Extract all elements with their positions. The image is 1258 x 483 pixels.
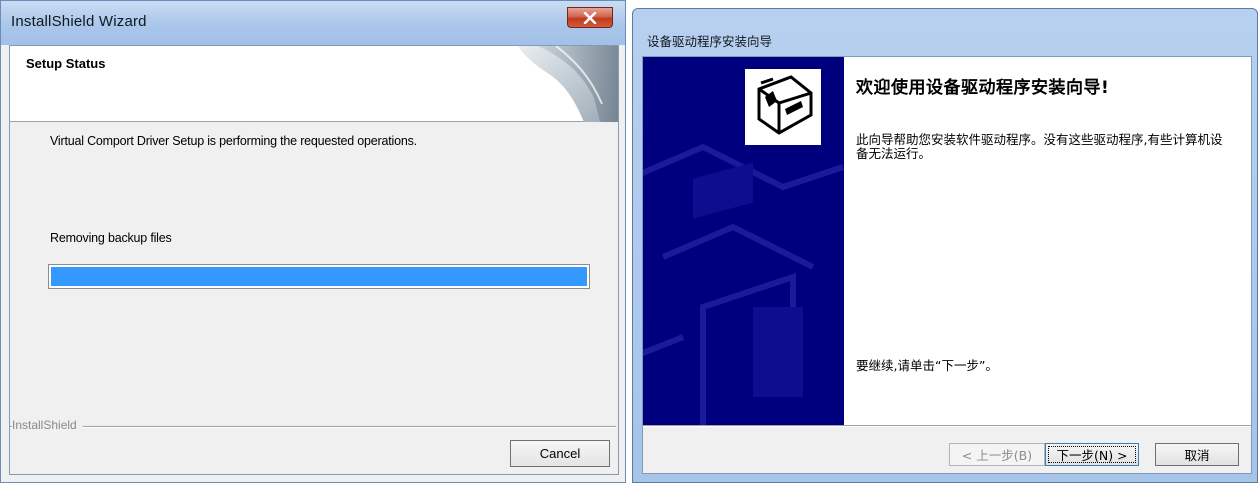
side-banner-art — [643, 69, 844, 425]
cancel-button[interactable]: 取消 — [1155, 443, 1239, 466]
close-icon — [583, 11, 597, 24]
window-title: 设备驱动程序安装向导 — [647, 34, 773, 49]
progress-caption: Removing backup files — [50, 231, 172, 245]
continue-instruction: 要继续,请单击“下一步”。 — [856, 358, 998, 373]
progress-bar — [48, 264, 590, 289]
header-band: Setup Status — [10, 46, 618, 122]
brand-separator: InstallShield — [10, 418, 618, 434]
cancel-button[interactable]: Cancel — [510, 440, 610, 467]
wizard-content: 欢迎使用设备驱动程序安装向导! 此向导帮助您安装软件驱动程序。没有这些驱动程序,… — [844, 57, 1251, 425]
wizard-side-banner — [643, 57, 844, 425]
driver-wizard-window: 设备驱动程序安装向导 欢迎使用设备驱动程序安装向导! 此向导帮助您安装软件驱动程… — [632, 8, 1258, 483]
next-button[interactable]: 下一步(N) > — [1045, 443, 1139, 466]
separator-line — [10, 426, 616, 428]
wizard-body: Setup Status Virtual Comport Driver Setu… — [9, 45, 619, 475]
window-title: InstallShield Wizard — [11, 13, 147, 30]
progress-fill — [51, 267, 587, 286]
close-button[interactable] — [567, 7, 613, 28]
welcome-description: 此向导帮助您安装软件驱动程序。没有这些驱动程序,有些计算机设备无法运行。 — [856, 132, 1223, 161]
welcome-title: 欢迎使用设备驱动程序安装向导! — [856, 78, 1110, 98]
installshield-brand: InstallShield — [12, 418, 83, 432]
installshield-window: InstallShield Wizard Setup Status Virtua… — [0, 0, 626, 483]
footer-separator — [643, 425, 1251, 427]
title-bar[interactable]: InstallShield Wizard — [1, 1, 625, 45]
page-title: Setup Status — [26, 56, 106, 71]
wizard-body: 欢迎使用设备驱动程序安装向导! 此向导帮助您安装软件驱动程序。没有这些驱动程序,… — [642, 56, 1252, 474]
back-button[interactable]: < 上一步(B) — [949, 443, 1045, 466]
installshield-corner-art — [518, 46, 618, 122]
status-message: Virtual Comport Driver Setup is performi… — [50, 134, 417, 148]
